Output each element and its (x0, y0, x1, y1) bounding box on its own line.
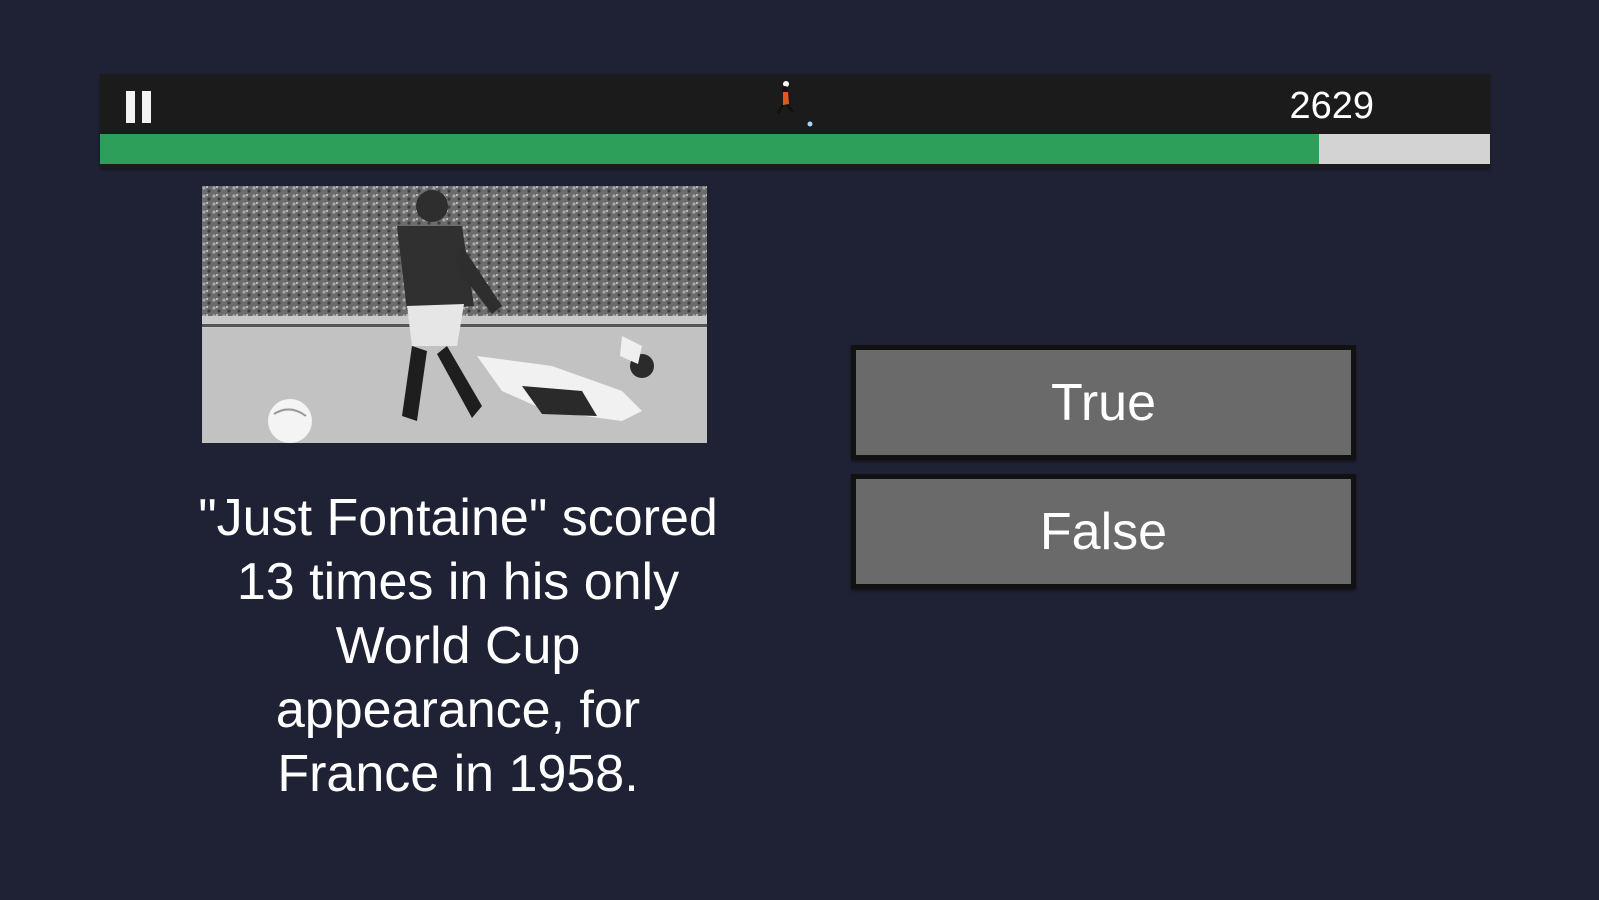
question-photo (202, 186, 707, 443)
false-button-label: False (1039, 502, 1168, 561)
progress-track (100, 134, 1490, 164)
true-button[interactable]: True (851, 345, 1356, 460)
running-player-icon (776, 81, 813, 127)
true-button-label: True (1051, 373, 1156, 432)
top-hud: 2629 (100, 74, 1490, 168)
pause-button[interactable] (122, 87, 162, 127)
score-counter: 2629 (1289, 85, 1374, 127)
progress-fill (100, 134, 1320, 164)
question-text: "Just Fontaine" scored 13 times in his o… (198, 489, 718, 803)
game-screen: 2629 "Just Fontaine" scored 13 times in … (0, 0, 1599, 900)
false-button[interactable]: False (851, 474, 1356, 589)
black-and-white-football-photo (202, 186, 707, 443)
